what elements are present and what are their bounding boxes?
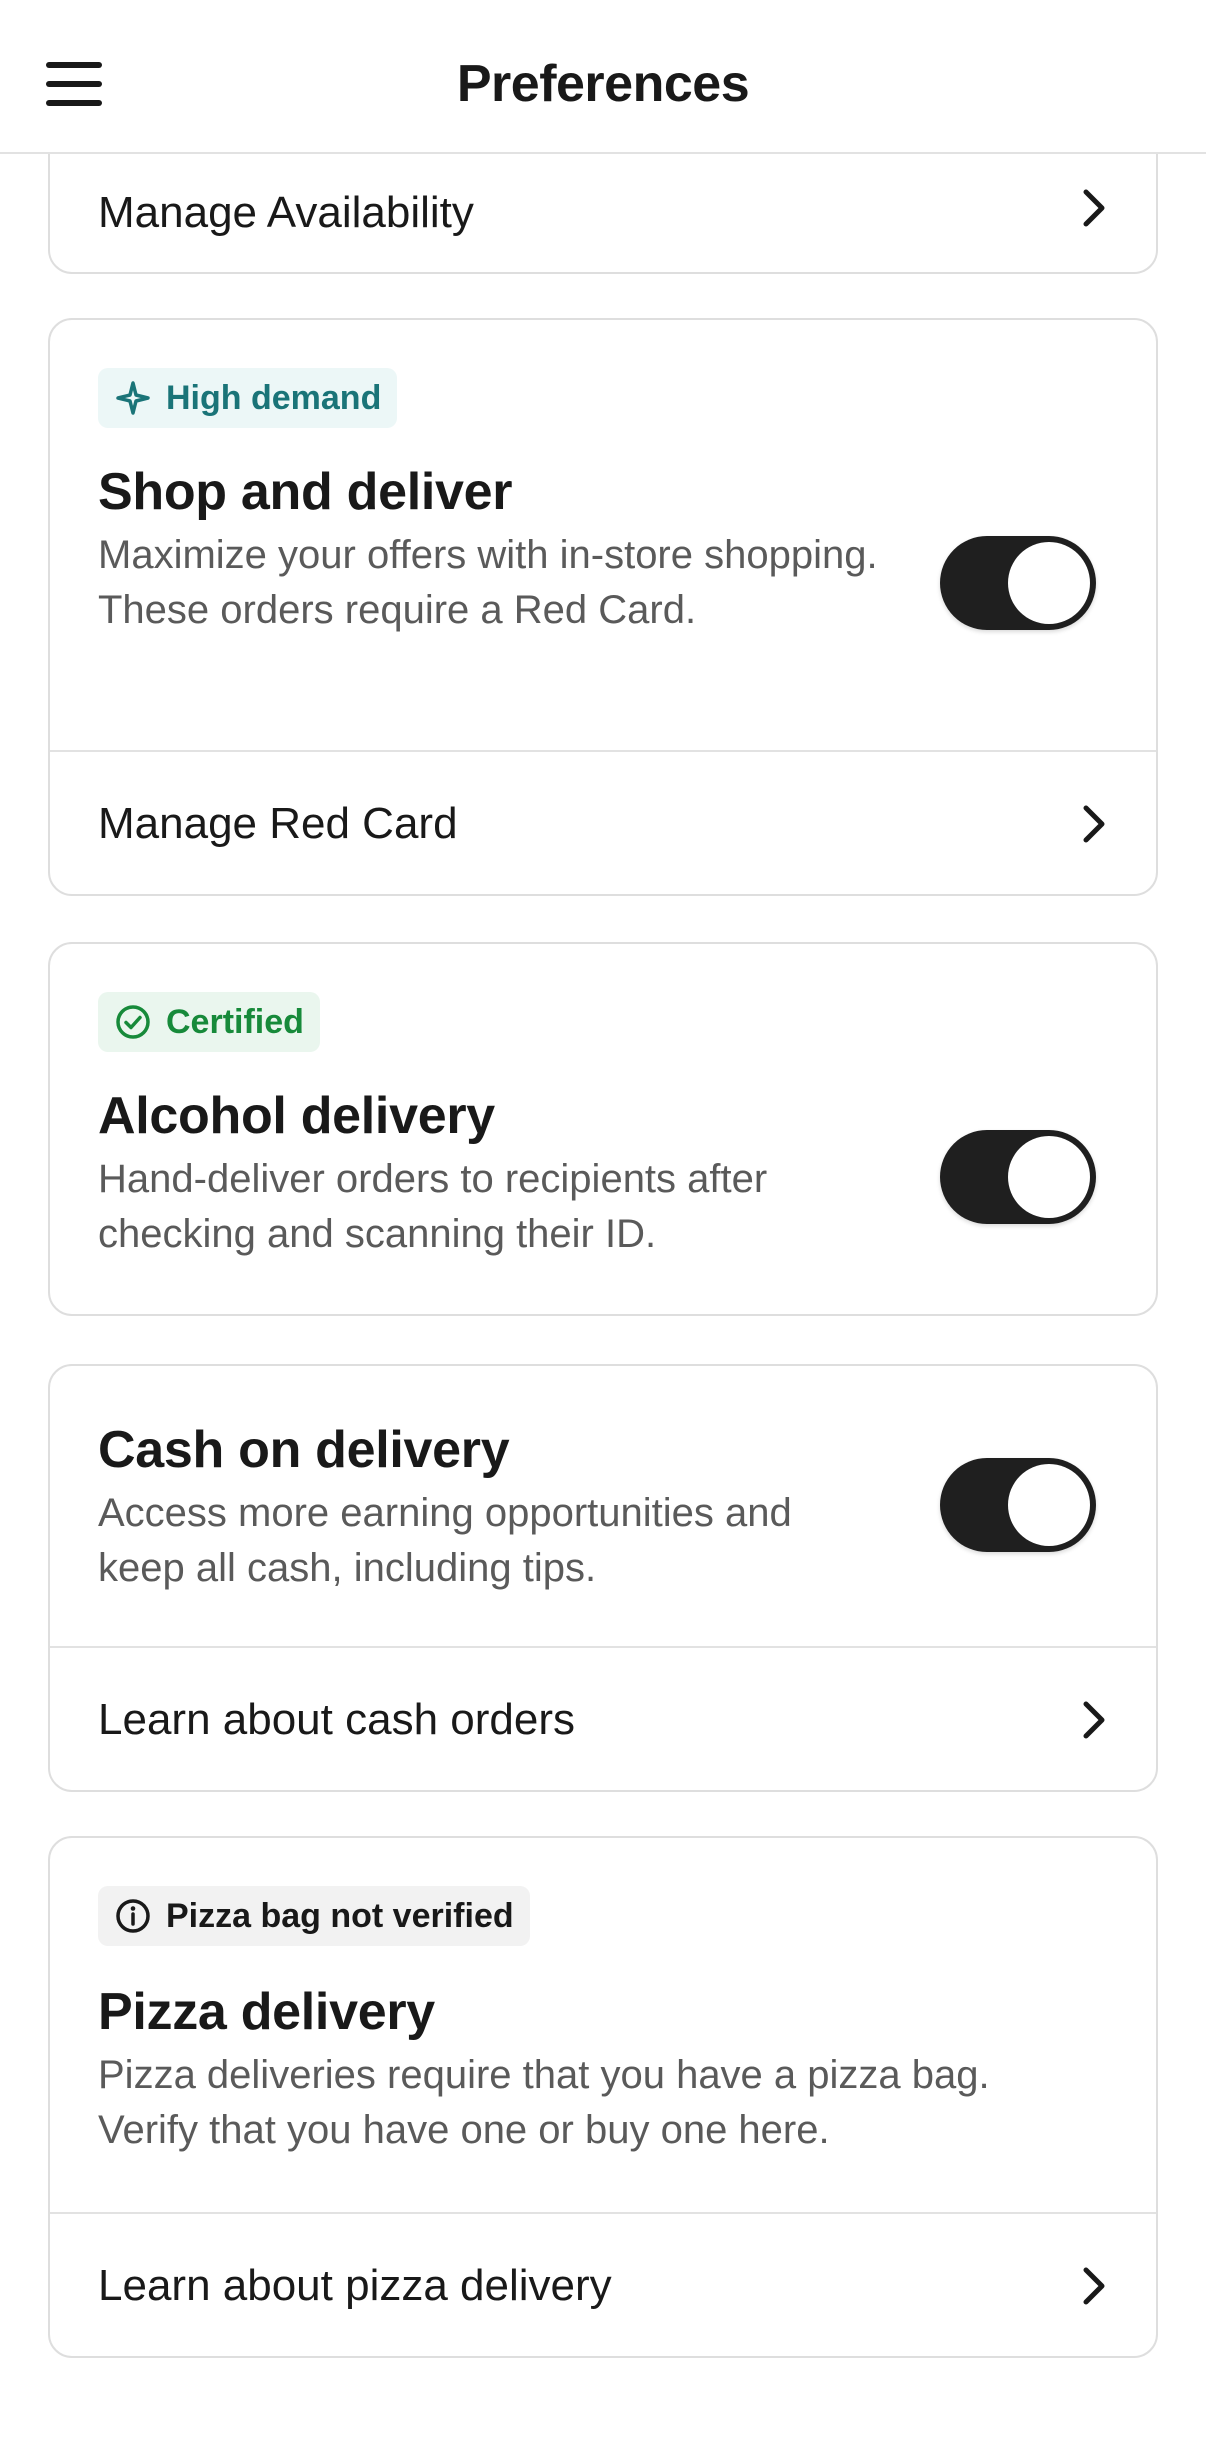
check-circle-icon bbox=[116, 1005, 150, 1039]
shop-and-deliver-title: Shop and deliver bbox=[98, 463, 513, 521]
cash-on-delivery-description: Access more earning opportunities and ke… bbox=[98, 1491, 792, 1590]
chevron-right-icon bbox=[1083, 1701, 1105, 1739]
certified-label: Certified bbox=[166, 1002, 304, 1041]
pizza-delivery-card: Pizza bag not verified Pizza delivery Pi… bbox=[48, 1836, 1158, 2358]
info-icon bbox=[116, 1899, 150, 1933]
pizza-bag-not-verified-badge: Pizza bag not verified bbox=[98, 1886, 530, 1946]
high-demand-badge: High demand bbox=[98, 368, 398, 428]
pizza-delivery-description: Pizza deliveries require that you have a… bbox=[98, 2053, 990, 2152]
chevron-right-icon bbox=[1083, 2267, 1105, 2305]
manage-availability-label: Manage Availability bbox=[98, 188, 474, 237]
certified-badge: Certified bbox=[98, 992, 320, 1052]
pizza-delivery-section: Pizza bag not verified Pizza delivery Pi… bbox=[50, 1838, 1156, 2212]
pizza-bag-not-verified-label: Pizza bag not verified bbox=[166, 1896, 514, 1935]
app-header: Preferences bbox=[0, 0, 1206, 154]
cash-on-delivery-section: Cash on delivery Access more earning opp… bbox=[50, 1366, 1156, 1646]
alcohol-delivery-title: Alcohol delivery bbox=[98, 1087, 495, 1145]
page-title: Preferences bbox=[456, 55, 750, 113]
pizza-delivery-title: Pizza delivery bbox=[98, 1983, 435, 2041]
shop-and-deliver-card: High demand Shop and deliver Maximize yo… bbox=[48, 318, 1158, 896]
alcohol-delivery-card: Certified Alcohol delivery Hand-deliver … bbox=[48, 942, 1158, 1316]
toggle-knob bbox=[1008, 1464, 1090, 1546]
chevron-right-icon bbox=[1083, 805, 1105, 843]
shop-and-deliver-toggle[interactable] bbox=[940, 536, 1096, 630]
shop-and-deliver-section: High demand Shop and deliver Maximize yo… bbox=[50, 320, 1156, 750]
toggle-knob bbox=[1008, 1136, 1090, 1218]
learn-pizza-delivery-row[interactable]: Learn about pizza delivery bbox=[50, 2214, 1156, 2356]
preferences-screen: Preferences Manage Availability High dem… bbox=[0, 0, 1206, 2458]
cash-on-delivery-toggle[interactable] bbox=[940, 1458, 1096, 1552]
chevron-right-icon bbox=[1083, 189, 1105, 227]
learn-cash-orders-row[interactable]: Learn about cash orders bbox=[50, 1648, 1156, 1790]
cash-on-delivery-card: Cash on delivery Access more earning opp… bbox=[48, 1364, 1158, 1792]
manage-red-card-row[interactable]: Manage Red Card bbox=[50, 752, 1156, 894]
learn-cash-orders-label: Learn about cash orders bbox=[98, 1695, 575, 1744]
toggle-knob bbox=[1008, 542, 1090, 624]
alcohol-delivery-toggle[interactable] bbox=[940, 1130, 1096, 1224]
manage-red-card-label: Manage Red Card bbox=[98, 799, 458, 848]
alcohol-delivery-description: Hand-deliver orders to recipients after … bbox=[98, 1157, 768, 1256]
alcohol-delivery-section: Certified Alcohol delivery Hand-deliver … bbox=[50, 944, 1156, 1314]
learn-pizza-delivery-label: Learn about pizza delivery bbox=[98, 2261, 612, 2310]
sparkle-icon bbox=[116, 381, 150, 415]
shop-and-deliver-description: Maximize your offers with in-store shopp… bbox=[98, 533, 878, 632]
high-demand-label: High demand bbox=[166, 378, 382, 417]
